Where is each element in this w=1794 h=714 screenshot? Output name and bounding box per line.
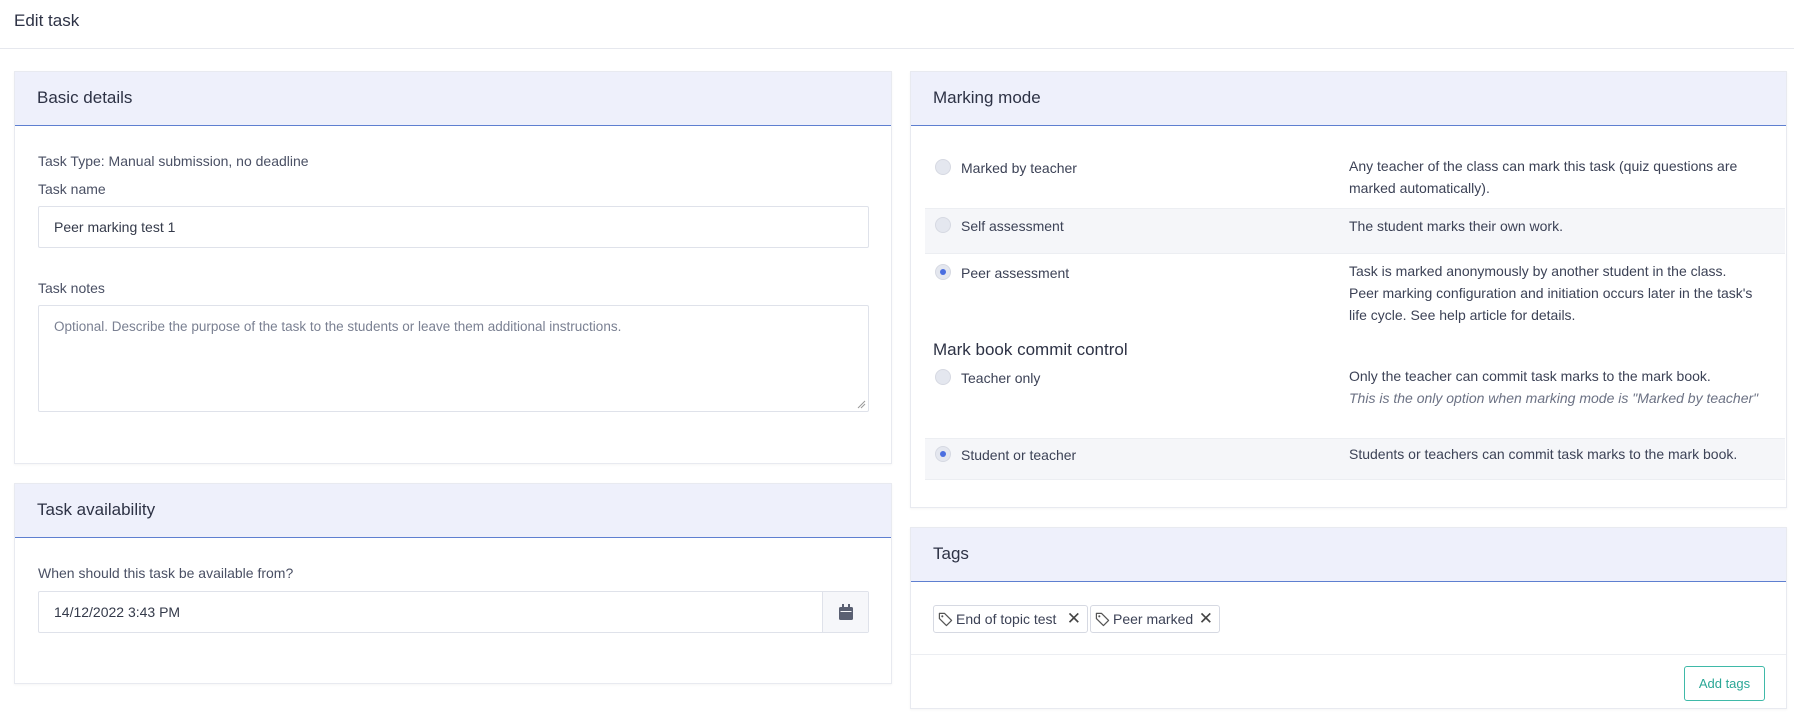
tag-chip: Peer marked ✕ xyxy=(1090,605,1220,633)
self-assessment-desc: The student marks their own work. xyxy=(1349,218,1563,234)
tag-chip: End of topic test ✕ xyxy=(933,605,1088,633)
tag-icon xyxy=(938,612,953,627)
commit-option-student[interactable]: Student or teacher Students or teachers … xyxy=(925,438,1785,480)
marked-by-teacher-radio[interactable] xyxy=(935,159,951,175)
student-or-teacher-desc: Students or teachers can commit task mar… xyxy=(1349,446,1738,462)
remove-tag-button[interactable]: ✕ xyxy=(1067,609,1081,629)
top-bar: Edit task xyxy=(0,0,1794,49)
marking-option-teacher[interactable]: Marked by teacher Any teacher of the cla… xyxy=(925,152,1785,208)
tags-footer xyxy=(911,654,1786,655)
add-tags-button[interactable]: Add tags xyxy=(1684,666,1765,701)
task-availability-card: Task availability When should this task … xyxy=(14,483,892,684)
self-assessment-radio[interactable] xyxy=(935,217,951,233)
peer-assessment-label: Peer assessment xyxy=(961,265,1070,281)
student-or-teacher-label: Student or teacher xyxy=(961,447,1077,463)
resize-handle-icon[interactable] xyxy=(857,400,866,409)
remove-tag-button[interactable]: ✕ xyxy=(1199,609,1213,629)
calendar-icon xyxy=(839,604,853,620)
basic-details-title: Basic details xyxy=(37,88,133,107)
task-notes-textarea[interactable]: Optional. Describe the purpose of the ta… xyxy=(38,305,869,412)
calendar-button[interactable] xyxy=(822,592,868,632)
task-notes-placeholder: Optional. Describe the purpose of the ta… xyxy=(54,319,622,334)
task-availability-title: Task availability xyxy=(37,500,156,519)
tag-label: Peer marked xyxy=(1113,611,1194,627)
marking-option-peer[interactable]: Peer assessment Task is marked anonymous… xyxy=(925,256,1785,336)
tags-card: Tags End of topic test ✕ Peer marked ✕ A… xyxy=(910,527,1787,709)
task-name-label: Task name xyxy=(38,181,106,197)
peer-assessment-desc: Task is marked anonymously by another st… xyxy=(1349,263,1753,323)
task-name-value: Peer marking test 1 xyxy=(54,219,176,235)
self-assessment-label: Self assessment xyxy=(961,218,1064,234)
page-title: Edit task xyxy=(14,11,80,30)
student-or-teacher-radio[interactable] xyxy=(935,446,951,462)
task-notes-label: Task notes xyxy=(38,280,105,296)
marking-mode-header: Marking mode xyxy=(911,72,1786,126)
teacher-only-note: This is the only option when marking mod… xyxy=(1349,390,1759,406)
teacher-only-desc: Only the teacher can commit task marks t… xyxy=(1349,365,1759,409)
marked-by-teacher-desc: Any teacher of the class can mark this t… xyxy=(1349,158,1738,196)
tag-label: End of topic test xyxy=(956,611,1057,627)
teacher-only-desc-text: Only the teacher can commit task marks t… xyxy=(1349,368,1711,384)
task-type-text: Task Type: Manual submission, no deadlin… xyxy=(38,153,309,169)
marked-by-teacher-label: Marked by teacher xyxy=(961,160,1077,176)
teacher-only-radio[interactable] xyxy=(935,369,951,385)
availability-date-input[interactable]: 14/12/2022 3:43 PM xyxy=(38,591,869,633)
tags-title: Tags xyxy=(933,544,969,563)
tag-list: End of topic test ✕ Peer marked ✕ xyxy=(933,605,1533,633)
availability-date-value: 14/12/2022 3:43 PM xyxy=(54,604,181,620)
tags-header: Tags xyxy=(911,528,1786,582)
peer-assessment-radio[interactable] xyxy=(935,264,951,280)
marking-mode-title: Marking mode xyxy=(933,88,1041,107)
tag-icon xyxy=(1095,612,1110,627)
teacher-only-label: Teacher only xyxy=(961,370,1041,386)
commit-option-teacher[interactable]: Teacher only Only the teacher can commit… xyxy=(925,364,1785,432)
task-availability-header: Task availability xyxy=(15,484,891,538)
marking-mode-card: Marking mode Marked by teacher Any teach… xyxy=(910,71,1787,508)
basic-details-header: Basic details xyxy=(15,72,891,126)
availability-question: When should this task be available from? xyxy=(38,565,294,581)
task-name-input[interactable]: Peer marking test 1 xyxy=(38,206,869,248)
marking-option-self[interactable]: Self assessment The student marks their … xyxy=(925,208,1785,254)
commit-control-heading: Mark book commit control xyxy=(933,340,1128,359)
basic-details-card: Basic details Task Type: Manual submissi… xyxy=(14,71,892,464)
